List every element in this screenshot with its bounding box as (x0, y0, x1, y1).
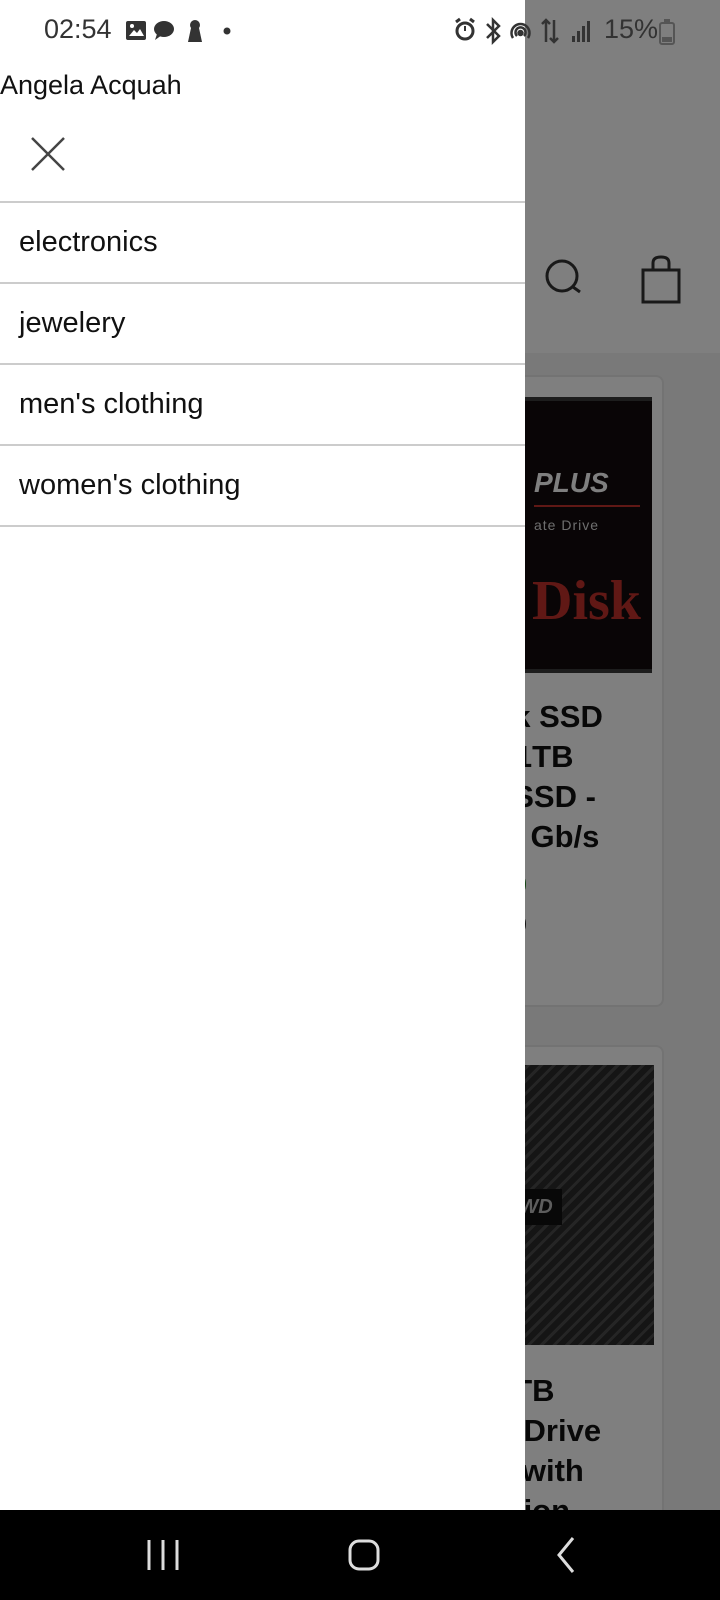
navigation-drawer: Angela Acquah electronics jewelery men's… (0, 0, 525, 1510)
status-time: 02:54 (44, 14, 112, 44)
more-dot-icon (223, 27, 231, 35)
system-status-icons (452, 16, 602, 51)
signal-icon (572, 21, 590, 42)
status-bar: 02:54 15% (0, 0, 720, 62)
battery-icon (659, 19, 675, 45)
battery-level: 15% (604, 14, 659, 44)
system-navigation-bar (0, 1510, 720, 1600)
chat-icon (154, 21, 174, 40)
user-name: Angela Acquah (0, 70, 182, 100)
category-list: electronics jewelery men's clothing wome… (0, 201, 525, 527)
bluetooth-icon (486, 16, 501, 46)
recent-apps-icon[interactable] (133, 1530, 193, 1580)
back-icon[interactable] (535, 1530, 595, 1580)
category-item-electronics[interactable]: electronics (0, 203, 525, 284)
alarm-icon (455, 17, 475, 41)
hotspot-icon (510, 22, 531, 39)
home-icon[interactable] (333, 1530, 393, 1580)
image-icon (126, 21, 146, 40)
keyhole-icon (188, 20, 202, 42)
close-icon[interactable] (24, 130, 72, 178)
category-item-mens-clothing[interactable]: men's clothing (0, 365, 525, 446)
category-item-jewelery[interactable]: jewelery (0, 284, 525, 365)
notification-icons (124, 18, 244, 49)
data-transfer-icon (541, 18, 559, 44)
category-item-womens-clothing[interactable]: women's clothing (0, 446, 525, 527)
